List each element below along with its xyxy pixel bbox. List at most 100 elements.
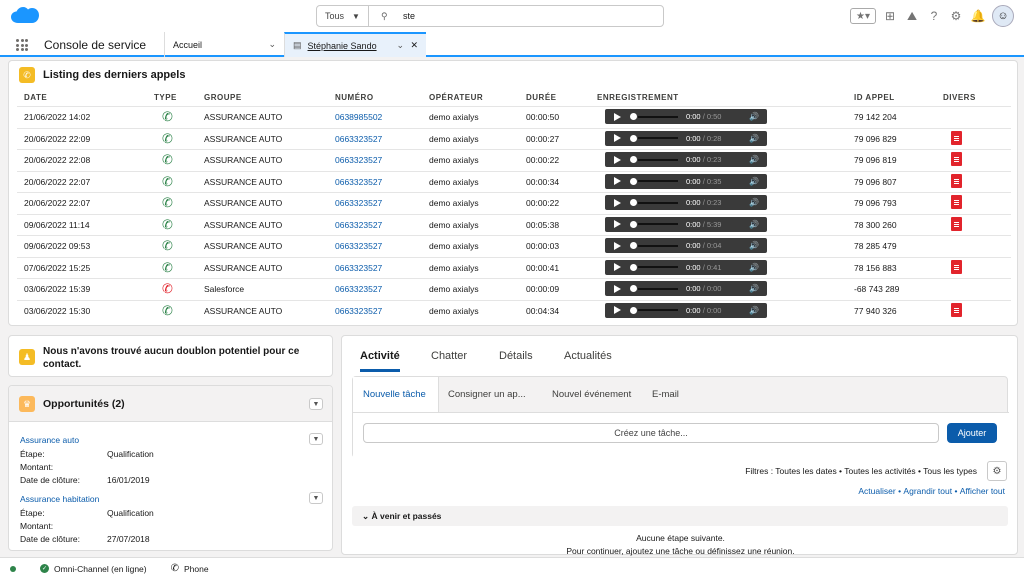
call-number-link[interactable]: 0663323527 (335, 155, 382, 165)
volume-icon[interactable]: 🔊 (749, 198, 759, 207)
volume-icon[interactable]: 🔊 (749, 177, 759, 186)
seek-handle[interactable] (630, 177, 637, 185)
seek-bar[interactable] (638, 180, 678, 182)
tab-accueil[interactable]: Accueil ⌄ (164, 32, 284, 57)
volume-icon[interactable]: 🔊 (749, 263, 759, 272)
play-icon[interactable] (614, 134, 621, 142)
document-icon[interactable] (951, 195, 962, 209)
play-icon[interactable] (614, 306, 621, 314)
seek-handle[interactable] (630, 306, 637, 314)
subtab-consigner-appel[interactable]: Consigner un ap... (448, 389, 526, 400)
bell-icon[interactable]: 🔔 (970, 8, 986, 24)
trailhead-icon[interactable]: ⛰ (904, 8, 920, 24)
document-icon[interactable] (951, 173, 962, 188)
play-icon[interactable] (614, 198, 621, 207)
view-all-link[interactable]: Afficher tout (960, 486, 1005, 496)
call-number-link[interactable]: 0663323527 (335, 220, 382, 230)
call-number-link[interactable]: 0663323527 (335, 241, 382, 251)
seek-bar[interactable] (638, 201, 678, 204)
seek-handle[interactable] (630, 263, 637, 271)
help-icon[interactable]: ? (926, 8, 942, 24)
seek-handle[interactable] (630, 242, 637, 249)
seek-handle[interactable] (630, 113, 637, 120)
seek-bar[interactable] (638, 287, 678, 290)
global-search[interactable]: Tous ▼ ⚲ ste (316, 5, 664, 27)
phone-item[interactable]: Phone (184, 564, 209, 574)
task-input[interactable]: Créez une tâche... (363, 423, 939, 443)
salesforce-logo[interactable] (10, 6, 40, 26)
audio-player[interactable]: 0:00 / 0:00 🔊 (605, 302, 767, 318)
seek-bar[interactable] (638, 158, 678, 161)
audio-player[interactable]: 0:00 / 0:04 🔊 (605, 238, 767, 253)
favorites-star-icon[interactable]: ★▾ (850, 8, 876, 24)
seek-bar[interactable] (638, 244, 678, 247)
tab-details[interactable]: Détails (499, 350, 533, 362)
audio-player[interactable]: 0:00 / 0:23 🔊 (605, 195, 767, 210)
opportunity-link[interactable]: Assurance auto (20, 435, 79, 445)
seek-bar[interactable] (638, 266, 678, 268)
omni-channel-item[interactable]: Omni-Channel (en ligne) (54, 564, 147, 574)
seek-handle[interactable] (630, 134, 637, 142)
document-icon[interactable] (951, 302, 962, 317)
call-number-link[interactable]: 0663323527 (335, 284, 382, 294)
filter-gear-icon[interactable]: ⚙ (987, 461, 1007, 481)
call-number-link[interactable]: 0663323527 (335, 177, 382, 187)
play-icon[interactable] (614, 220, 621, 228)
close-icon[interactable]: ✕ (410, 40, 418, 51)
play-icon[interactable] (614, 241, 621, 250)
volume-icon[interactable]: 🔊 (749, 112, 759, 121)
seek-handle[interactable] (630, 220, 637, 228)
expand-all-link[interactable]: Agrandir tout (903, 486, 952, 496)
opportunity-row-menu-button[interactable]: ▼ (309, 433, 323, 445)
chevron-down-icon[interactable]: ⌄ (268, 39, 276, 50)
tab-activite[interactable]: Activité (360, 350, 400, 372)
tab-chatter[interactable]: Chatter (431, 350, 467, 362)
audio-player[interactable]: 0:00 / 0:00 🔊 (605, 281, 767, 296)
document-icon[interactable] (951, 152, 962, 166)
audio-player[interactable]: 0:00 / 0:23 🔊 (605, 152, 767, 167)
volume-icon[interactable]: 🔊 (749, 220, 759, 229)
call-number-link[interactable]: 0663323527 (335, 263, 382, 273)
seek-bar[interactable] (638, 223, 678, 225)
opportunity-row-menu-button[interactable]: ▼ (309, 492, 323, 504)
volume-icon[interactable]: 🔊 (749, 134, 759, 143)
seek-bar[interactable] (638, 115, 678, 118)
seek-bar[interactable] (638, 137, 678, 139)
volume-icon[interactable]: 🔊 (749, 241, 759, 250)
play-icon[interactable] (614, 155, 621, 164)
chevron-down-icon[interactable]: ⌄ (396, 40, 404, 51)
tab-actualites[interactable]: Actualités (564, 350, 612, 362)
subtab-email[interactable]: E-mail (652, 389, 679, 400)
call-number-link[interactable]: 0663323527 (335, 134, 382, 144)
seek-handle[interactable] (630, 156, 637, 163)
audio-player[interactable]: 0:00 / 0:35 🔊 (605, 173, 767, 189)
upcoming-section[interactable]: ⌄ À venir et passés (352, 506, 1008, 526)
call-number-link[interactable]: 0638985502 (335, 112, 382, 122)
subtab-nouvelle-tache[interactable]: Nouvelle tâche (363, 389, 426, 400)
play-icon[interactable] (614, 177, 621, 185)
call-number-link[interactable]: 0663323527 (335, 306, 382, 316)
tab-contact-record[interactable]: ▤ Stéphanie Sando ⌄ ✕ (284, 32, 426, 57)
avatar[interactable]: ☺ (992, 5, 1014, 27)
document-icon[interactable] (951, 259, 962, 274)
volume-icon[interactable]: 🔊 (749, 306, 759, 315)
audio-player[interactable]: 0:00 / 5:39 🔊 (605, 216, 767, 232)
gear-icon[interactable]: ⚙ (948, 8, 964, 24)
play-icon[interactable] (614, 263, 621, 271)
global-actions-plus-icon[interactable]: ⊞ (882, 8, 898, 24)
document-icon[interactable] (951, 216, 962, 231)
volume-icon[interactable]: 🔊 (749, 284, 759, 293)
app-launcher-icon[interactable] (16, 39, 28, 51)
subtab-nouvel-evenement[interactable]: Nouvel événement (552, 389, 631, 400)
audio-player[interactable]: 0:00 / 0:28 🔊 (605, 130, 767, 146)
call-number-link[interactable]: 0663323527 (335, 198, 382, 208)
opportunity-link[interactable]: Assurance habitation (20, 494, 99, 504)
audio-player[interactable]: 0:00 / 0:50 🔊 (605, 109, 767, 124)
search-scope-dropdown[interactable]: Tous ▼ (317, 6, 369, 26)
seek-handle[interactable] (630, 199, 637, 206)
seek-handle[interactable] (630, 285, 637, 292)
volume-icon[interactable]: 🔊 (749, 155, 759, 164)
play-icon[interactable] (614, 284, 621, 293)
seek-bar[interactable] (638, 309, 678, 311)
audio-player[interactable]: 0:00 / 0:41 🔊 (605, 259, 767, 275)
